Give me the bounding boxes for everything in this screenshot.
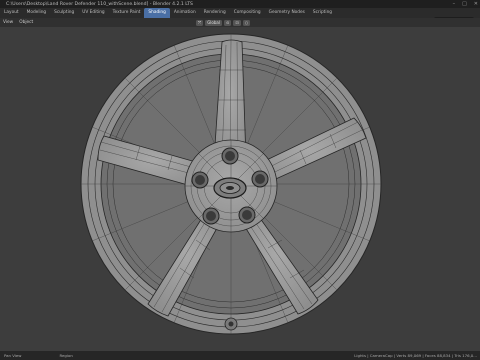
view-menu[interactable]: View [0, 20, 16, 25]
tab-uv-editing[interactable]: UV Editing [78, 8, 108, 18]
status-region: Region [59, 353, 73, 358]
tab-compositing[interactable]: Compositing [230, 8, 265, 18]
transform-tools: ⤧ Global ⊙ ⊡ ○ [196, 18, 251, 27]
window-controls: – □ ✕ [453, 0, 478, 8]
maximize-icon[interactable]: □ [462, 0, 467, 8]
tab-shading[interactable]: Shading [144, 8, 170, 18]
tab-layout[interactable]: Layout [0, 8, 23, 18]
tab-animation[interactable]: Animation [170, 8, 200, 18]
close-icon[interactable]: ✕ [474, 0, 478, 8]
snap-icon[interactable]: ⊡ [233, 19, 241, 26]
pivot-icon[interactable]: ⊙ [223, 19, 232, 26]
3d-viewport[interactable] [0, 27, 480, 351]
wheel-mesh [80, 33, 382, 335]
scene-statistics: Lights | CameraCap | Verts 89,069 | Face… [354, 353, 477, 358]
tab-geometry-nodes[interactable]: Geometry Nodes [265, 8, 309, 18]
tab-sculpting[interactable]: Sculpting [50, 8, 78, 18]
window-title: C:\Users\Desktop\Land Rover Defender 110… [6, 1, 193, 7]
proportional-icon[interactable]: ○ [242, 19, 251, 26]
window-titlebar: C:\Users\Desktop\Land Rover Defender 110… [0, 0, 480, 8]
tab-scripting[interactable]: Scripting [309, 8, 336, 18]
object-menu[interactable]: Object [16, 20, 36, 25]
orientation-icon[interactable]: ⤧ [196, 19, 204, 26]
tab-modeling[interactable]: Modeling [23, 8, 51, 18]
status-pan-view: Pan View [4, 353, 22, 358]
tab-rendering[interactable]: Rendering [200, 8, 230, 18]
status-bar: Pan View Region Lights | CameraCap | Ver… [0, 351, 480, 360]
orientation-dropdown[interactable]: Global [205, 19, 222, 26]
tab-texture-paint[interactable]: Texture Paint [109, 8, 145, 18]
minimize-icon[interactable]: – [453, 0, 456, 8]
